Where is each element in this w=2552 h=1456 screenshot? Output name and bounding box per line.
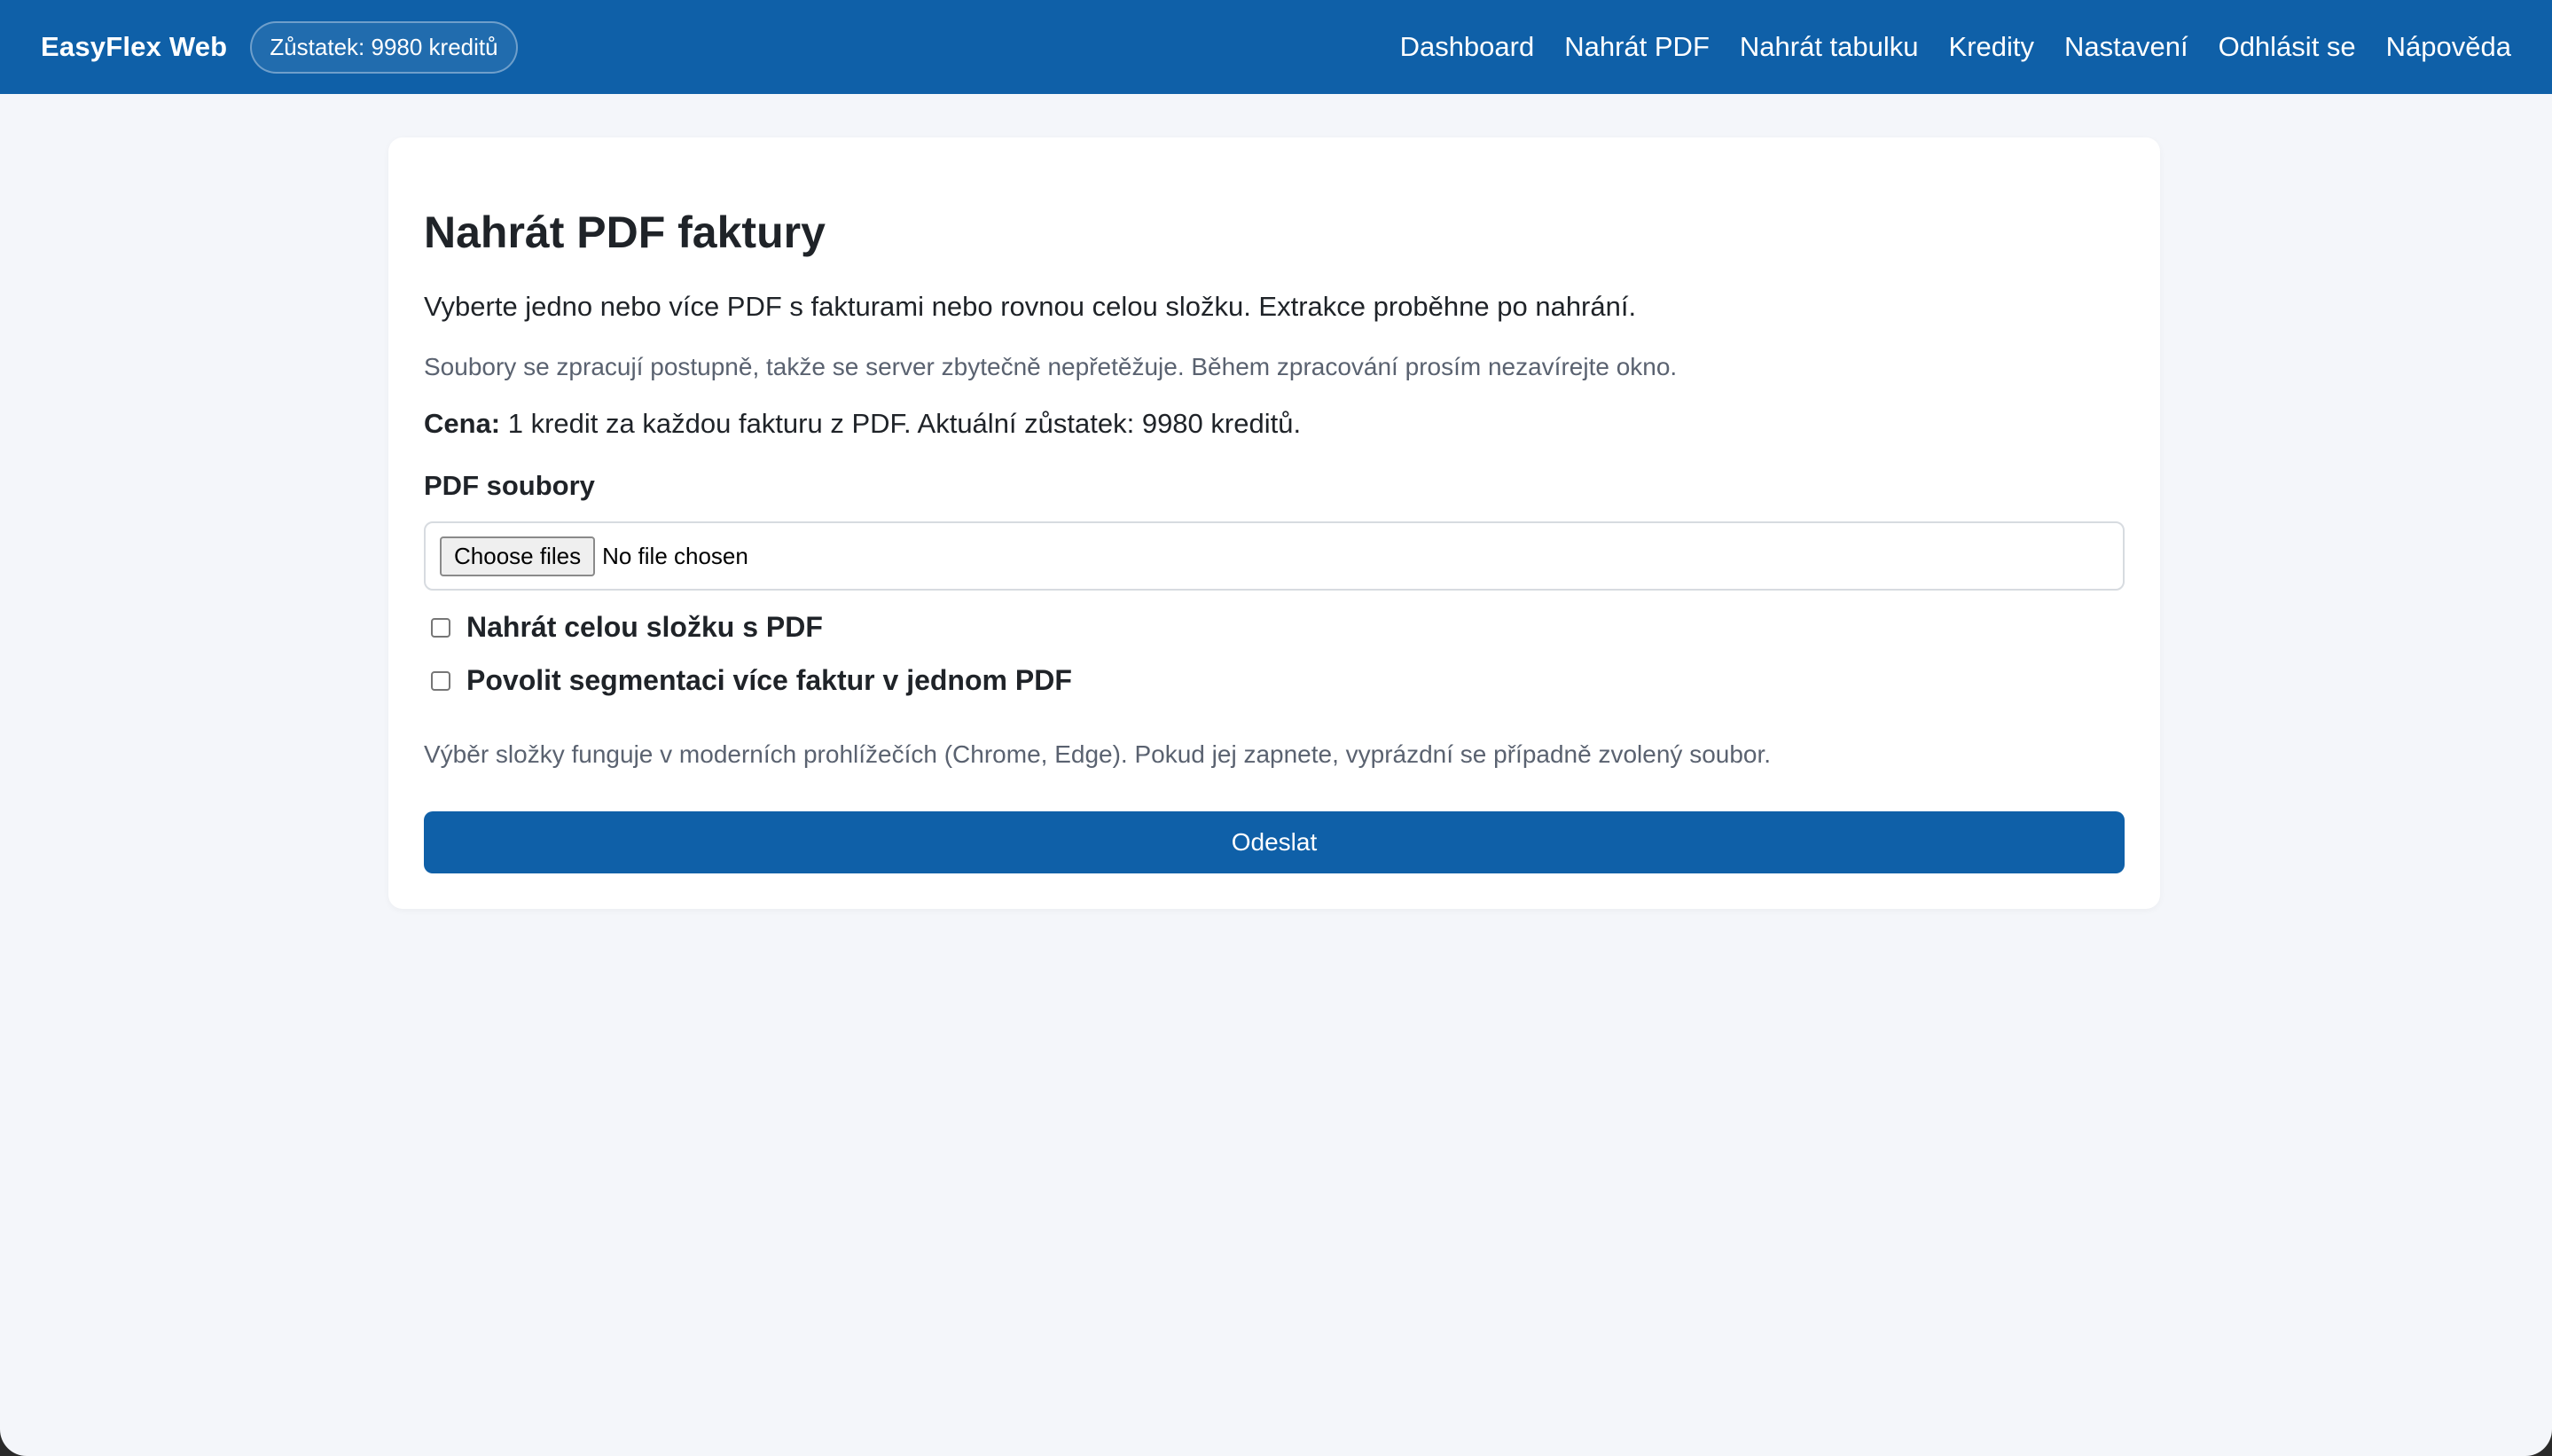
pdf-files-label: PDF soubory: [424, 470, 595, 501]
segmentation-label[interactable]: Povolit segmentaci více faktur v jednom …: [466, 664, 1072, 697]
price-label: Cena:: [424, 408, 501, 439]
nav-upload-pdf[interactable]: Nahrát PDF: [1564, 31, 1710, 63]
top-navbar: EasyFlex Web Zůstatek: 9980 kreditů Dash…: [0, 0, 2552, 94]
intro-text: Vyberte jedno nebo více PDF s fakturami …: [424, 291, 1637, 322]
submit-button[interactable]: Odeslat: [424, 811, 2125, 873]
segmentation-option[interactable]: Povolit segmentaci více faktur v jednom …: [431, 664, 1072, 697]
file-status-text: No file chosen: [602, 542, 748, 569]
processing-note: Soubory se zpracují postupně, takže se s…: [424, 353, 1678, 380]
main-nav: Dashboard Nahrát PDF Nahrát tabulku Kred…: [1400, 31, 2511, 63]
upload-folder-label[interactable]: Nahrát celou složku s PDF: [466, 611, 823, 644]
nav-dashboard[interactable]: Dashboard: [1400, 31, 1535, 63]
nav-upload-table[interactable]: Nahrát tabulku: [1740, 31, 1919, 63]
choose-files-button[interactable]: Choose files: [440, 536, 596, 576]
price-info: Cena: 1 kredit za každou fakturu z PDF. …: [424, 408, 1301, 440]
folder-hint-text: Výběr složky funguje v moderních prohlíž…: [424, 740, 1772, 768]
pdf-file-input[interactable]: Choose files No file chosen: [424, 521, 2125, 591]
upload-card: Nahrát PDF faktury Vyberte jedno nebo ví…: [388, 137, 2160, 909]
nav-logout[interactable]: Odhlásit se: [2219, 31, 2356, 63]
page-title: Nahrát PDF faktury: [424, 207, 826, 257]
upload-folder-checkbox[interactable]: [431, 617, 450, 638]
segmentation-checkbox[interactable]: [431, 670, 450, 691]
nav-credits[interactable]: Kredity: [1949, 31, 2034, 63]
nav-help[interactable]: Nápověda: [2386, 31, 2511, 63]
price-text: 1 kredit za každou fakturu z PDF. Aktuál…: [500, 408, 1302, 439]
upload-folder-option[interactable]: Nahrát celou složku s PDF: [431, 611, 823, 644]
app-window: EasyFlex Web Zůstatek: 9980 kreditů Dash…: [0, 0, 2552, 1456]
brand-logo[interactable]: EasyFlex Web: [41, 31, 227, 63]
nav-settings[interactable]: Nastavení: [2064, 31, 2188, 63]
credit-balance-badge: Zůstatek: 9980 kreditů: [250, 20, 518, 74]
